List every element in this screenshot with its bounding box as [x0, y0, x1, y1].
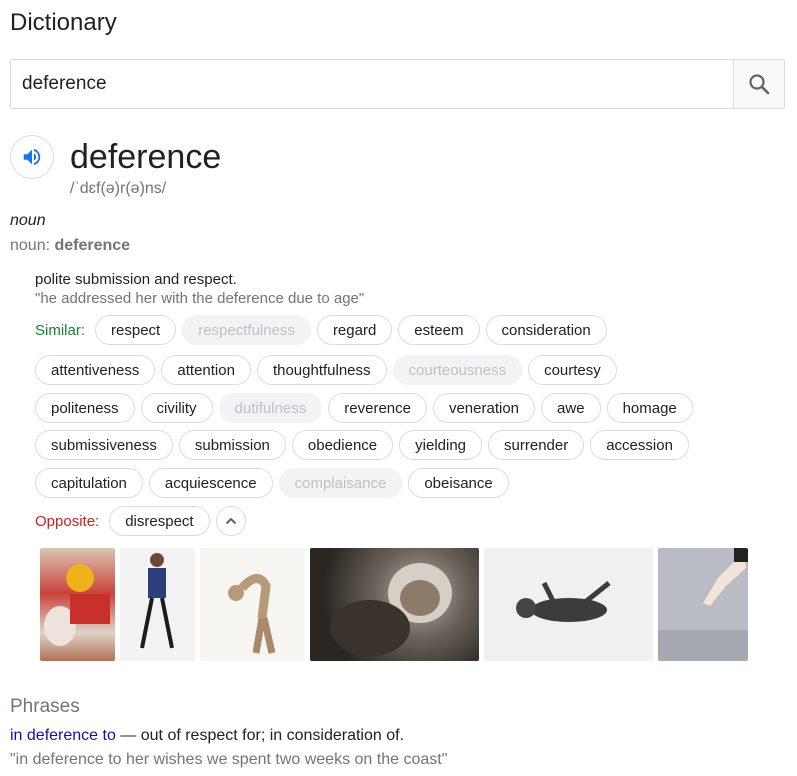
- noun-form: deference: [54, 237, 131, 254]
- headword: deference: [70, 138, 222, 176]
- woman-illustration: [140, 553, 174, 649]
- opposite-row: Opposite: disrespect: [35, 506, 252, 536]
- image-pointing-hand-photo[interactable]: [658, 548, 748, 661]
- synonym-chip[interactable]: submissiveness: [35, 430, 173, 460]
- synonym-chip[interactable]: dutifulness: [218, 393, 323, 423]
- definition: polite submission and respect.: [35, 271, 237, 288]
- phrase-meaning: — out of respect for; in consideration o…: [115, 727, 405, 744]
- phrase-entry: in deference to — out of respect for; in…: [10, 727, 404, 745]
- search-input[interactable]: [11, 60, 733, 108]
- similar-label: Similar:: [35, 321, 86, 339]
- image-woman-curtsy-photo[interactable]: [120, 548, 195, 661]
- synonym-chip[interactable]: regard: [316, 315, 393, 345]
- synonym-chip[interactable]: esteem: [398, 315, 480, 345]
- similar-row-3: politeness civility dutifulness reverenc…: [35, 393, 699, 423]
- image-monkey-photo[interactable]: [310, 548, 479, 661]
- page-title: Dictionary: [10, 9, 117, 36]
- synonym-chip[interactable]: respect: [95, 315, 177, 345]
- synonym-chip[interactable]: attention: [161, 355, 251, 385]
- search-button[interactable]: [733, 60, 784, 108]
- similar-row-5: capitulation acquiescence complaisance o…: [35, 468, 515, 498]
- bowing-figure-illustration: [228, 574, 276, 654]
- phonetic-spelling: /ˈdɛf(ə)r(ə)ns/: [70, 180, 167, 197]
- phrase-example: "in deference to her wishes we spent two…: [10, 751, 448, 768]
- synonym-chip[interactable]: thoughtfulness: [256, 355, 387, 385]
- chevron-up-icon: [225, 517, 236, 525]
- pronunciation-button[interactable]: [10, 135, 54, 179]
- synonym-chip[interactable]: courteousness: [392, 355, 523, 385]
- search-bar: [10, 59, 785, 109]
- synonym-chip[interactable]: accession: [590, 430, 689, 460]
- synonym-chip[interactable]: attentiveness: [35, 355, 156, 385]
- image-bear-mask-photo[interactable]: [40, 548, 115, 661]
- synonym-chip[interactable]: surrender: [488, 430, 585, 460]
- synonym-chip[interactable]: acquiescence: [148, 468, 273, 498]
- monkey-illustration: [330, 563, 452, 656]
- synonym-chip[interactable]: civility: [140, 393, 213, 423]
- search-icon: [749, 74, 770, 95]
- synonym-chip[interactable]: consideration: [485, 315, 607, 345]
- similar-row-2: attentiveness attention thoughtfulness c…: [35, 355, 623, 385]
- noun-prefix: noun:: [10, 237, 55, 254]
- synonym-chip[interactable]: reverence: [328, 393, 427, 423]
- synonym-chip[interactable]: complaisance: [278, 468, 403, 498]
- speaker-icon: [23, 148, 41, 166]
- phrases-heading: Phrases: [10, 696, 80, 717]
- collapse-button[interactable]: [215, 506, 246, 536]
- synonym-chip[interactable]: respectfulness: [182, 315, 311, 345]
- synonym-chip[interactable]: submission: [178, 430, 286, 460]
- synonym-chip[interactable]: courtesy: [528, 355, 617, 385]
- synonym-chip[interactable]: politeness: [35, 393, 135, 423]
- image-bowing-figure-photo[interactable]: [200, 548, 305, 661]
- similar-row-4: submissiveness submission obedience yiel…: [35, 430, 695, 460]
- noun-form-line: noun: deference: [10, 237, 130, 255]
- similar-row-1: Similar: respect respectfulness regard e…: [35, 315, 613, 345]
- dog-illustration: [516, 581, 611, 622]
- synonym-chip[interactable]: veneration: [432, 393, 536, 423]
- synonym-chip[interactable]: yielding: [399, 430, 483, 460]
- image-dog-lying-photo[interactable]: [484, 548, 653, 661]
- antonym-chip[interactable]: disrespect: [109, 506, 210, 536]
- opposite-label: Opposite:: [35, 512, 100, 530]
- synonym-chip[interactable]: obedience: [291, 430, 394, 460]
- synonym-chip[interactable]: obeisance: [408, 468, 509, 498]
- bear-mask-illustration: [44, 564, 110, 646]
- synonym-chip[interactable]: awe: [541, 393, 601, 423]
- synonym-chip[interactable]: capitulation: [35, 468, 143, 498]
- phrase-link[interactable]: in deference to: [10, 727, 116, 744]
- pointing-hand-illustration: [658, 548, 748, 661]
- part-of-speech: noun: [10, 212, 46, 229]
- synonym-chip[interactable]: homage: [606, 393, 693, 423]
- definition-example: "he addressed her with the deference due…: [35, 290, 365, 307]
